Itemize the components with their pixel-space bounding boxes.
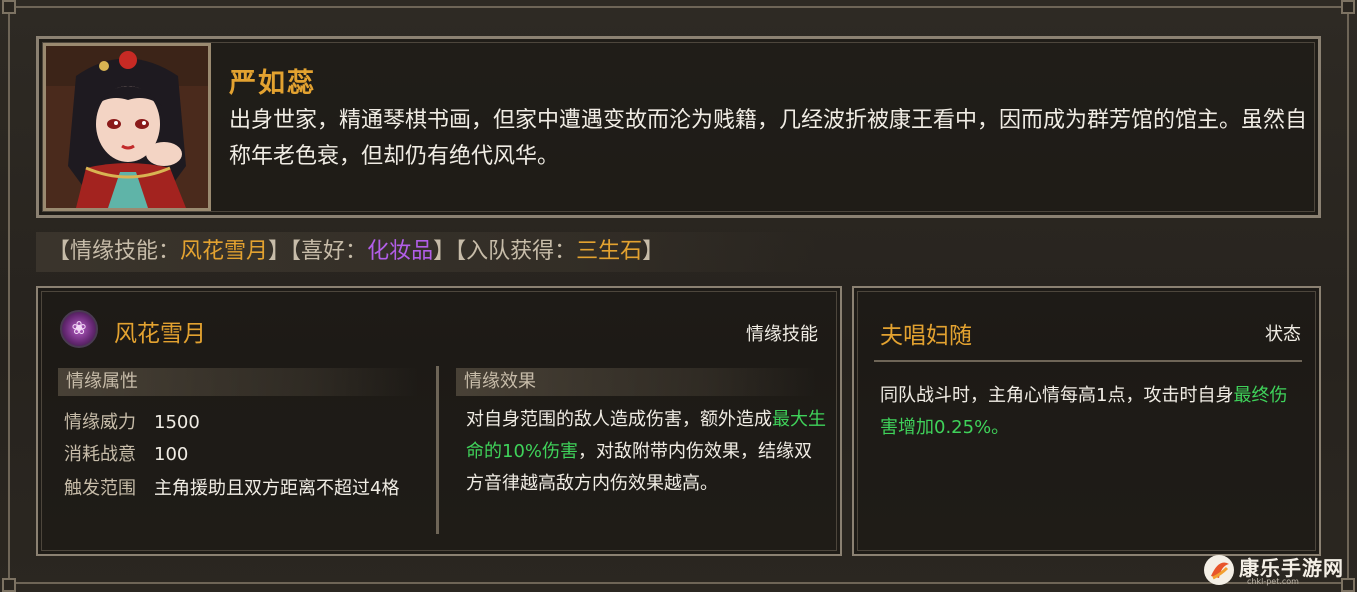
character-name: 严如蕊: [229, 68, 316, 99]
skill-title: 风花雪月: [114, 321, 206, 347]
frame-corner-ornament: [2, 578, 16, 592]
affinity-skill-value: 风花雪月: [180, 239, 269, 264]
effect-text-part: 对自身范围的敌人造成伤害，额外造成: [466, 409, 772, 430]
bracket-close: 】: [268, 239, 291, 264]
attribute-value: 1500: [154, 412, 200, 433]
status-text-part: 同队战斗时，主角心情每高1点，攻击时自身: [880, 385, 1234, 406]
status-description: 同队战斗时，主角心情每高1点，攻击时自身最终伤害增加0.25%。: [880, 380, 1300, 444]
effect-header: 情缘效果: [456, 368, 816, 396]
attribute-key: 情缘威力: [64, 412, 136, 433]
column-divider: [436, 366, 439, 534]
join-reward-label: 【入队获得：: [455, 239, 577, 264]
bracket-close: 】: [433, 239, 456, 264]
status-divider: [874, 360, 1302, 362]
character-description: 出身世家，精通琴棋书画，但家中遭遇变故而沦为贱籍，几经波折被康王看中，因而成为群…: [229, 108, 1308, 169]
attribute-value: 主角援助且双方距离不超过4格: [154, 478, 400, 499]
watermark-url: chkl-pet.com: [1247, 577, 1299, 586]
attribute-row: 情缘威力 1500: [64, 408, 200, 434]
attribute-key: 触发范围: [64, 478, 136, 499]
character-card: 严如蕊 出身世家，精通琴棋书画，但家中遭遇变故而沦为贱籍，几经波折被康王看中，因…: [36, 36, 1321, 218]
join-reward-value: 三生石: [576, 239, 643, 264]
skill-label: 【情缘技能：: [48, 239, 181, 264]
bracket-close: 】: [642, 239, 665, 264]
site-watermark: 康乐手游网 chkl-pet.com: [1203, 550, 1353, 590]
hobby-label: 【喜好：: [290, 239, 368, 264]
skill-type-tag: 情缘技能: [746, 324, 818, 345]
flower-skill-icon: ❀: [60, 310, 98, 348]
frame-corner-ornament: [1341, 0, 1355, 14]
attribute-row: 触发范围 主角援助且双方距离不超过4格: [64, 474, 399, 500]
status-panel: 夫唱妇随 状态 同队战斗时，主角心情每高1点，攻击时自身最终伤害增加0.25%。: [852, 286, 1321, 556]
frame-corner-ornament: [2, 0, 16, 14]
character-portrait: [43, 43, 211, 211]
affinity-skill-panel: ❀ 风花雪月 情缘技能 情缘属性 情缘威力 1500 消耗战意 100 触发范围 主角…: [36, 286, 842, 556]
attribute-value: 100: [154, 444, 189, 465]
watermark-logo-icon: [1204, 555, 1234, 585]
attribute-key: 消耗战意: [64, 444, 136, 465]
status-title: 夫唱妇随: [880, 323, 972, 349]
attribute-row: 消耗战意 100: [64, 440, 188, 466]
character-portrait-image: [46, 46, 208, 208]
character-info-strip: 【情缘技能：风花雪月】【喜好：化妆品】【入队获得：三生石】: [36, 232, 816, 272]
game-dialog-background: 严如蕊 出身世家，精通琴棋书画，但家中遭遇变故而沦为贱籍，几经波折被康王看中，因…: [0, 0, 1357, 592]
effect-description: 对自身范围的敌人造成伤害，额外造成最大生命的10%伤害，对敌附带内伤效果，结缘双…: [466, 404, 828, 500]
attributes-header: 情缘属性: [58, 368, 418, 396]
hobby-value: 化妆品: [367, 239, 434, 264]
status-type-tag: 状态: [1265, 324, 1301, 345]
